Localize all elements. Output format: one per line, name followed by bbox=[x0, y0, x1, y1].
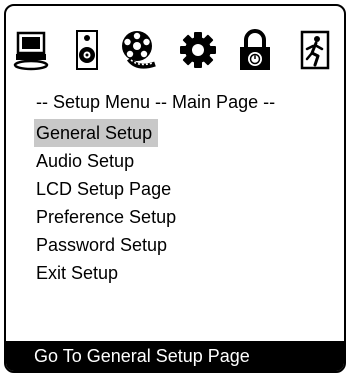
setup-menu-list: General Setup Audio Setup LCD Setup Page… bbox=[30, 119, 330, 287]
exit-icon[interactable] bbox=[294, 20, 338, 80]
menu-item-label: General Setup bbox=[34, 119, 159, 147]
film-reel-icon[interactable] bbox=[117, 20, 161, 80]
menu-item-exit-setup[interactable]: Exit Setup bbox=[30, 259, 330, 287]
menu-item-audio-setup[interactable]: Audio Setup bbox=[30, 147, 330, 175]
setup-menu-window: -- Setup Menu -- Main Page -- General Se… bbox=[4, 4, 346, 373]
menu-item-label: Preference Setup bbox=[36, 207, 177, 227]
menu-item-label: Audio Setup bbox=[36, 151, 135, 171]
lock-icon[interactable] bbox=[233, 20, 277, 80]
menu-item-password-setup[interactable]: Password Setup bbox=[30, 231, 330, 259]
menu-item-label: Password Setup bbox=[36, 235, 168, 255]
speaker-icon[interactable] bbox=[65, 20, 109, 80]
computer-icon[interactable] bbox=[10, 20, 54, 80]
menu-item-preference-setup[interactable]: Preference Setup bbox=[30, 203, 330, 231]
status-bar: Go To General Setup Page bbox=[6, 341, 344, 371]
menu-item-label: LCD Setup Page bbox=[36, 179, 172, 199]
menu-item-label: Exit Setup bbox=[36, 263, 119, 283]
settings-icon[interactable] bbox=[176, 20, 220, 80]
menu-item-general-setup[interactable]: General Setup bbox=[30, 119, 330, 147]
menu-item-lcd-setup-page[interactable]: LCD Setup Page bbox=[30, 175, 330, 203]
icon-toolbar bbox=[6, 20, 344, 80]
menu-header-line: -- Setup Menu -- Main Page -- bbox=[36, 92, 276, 112]
